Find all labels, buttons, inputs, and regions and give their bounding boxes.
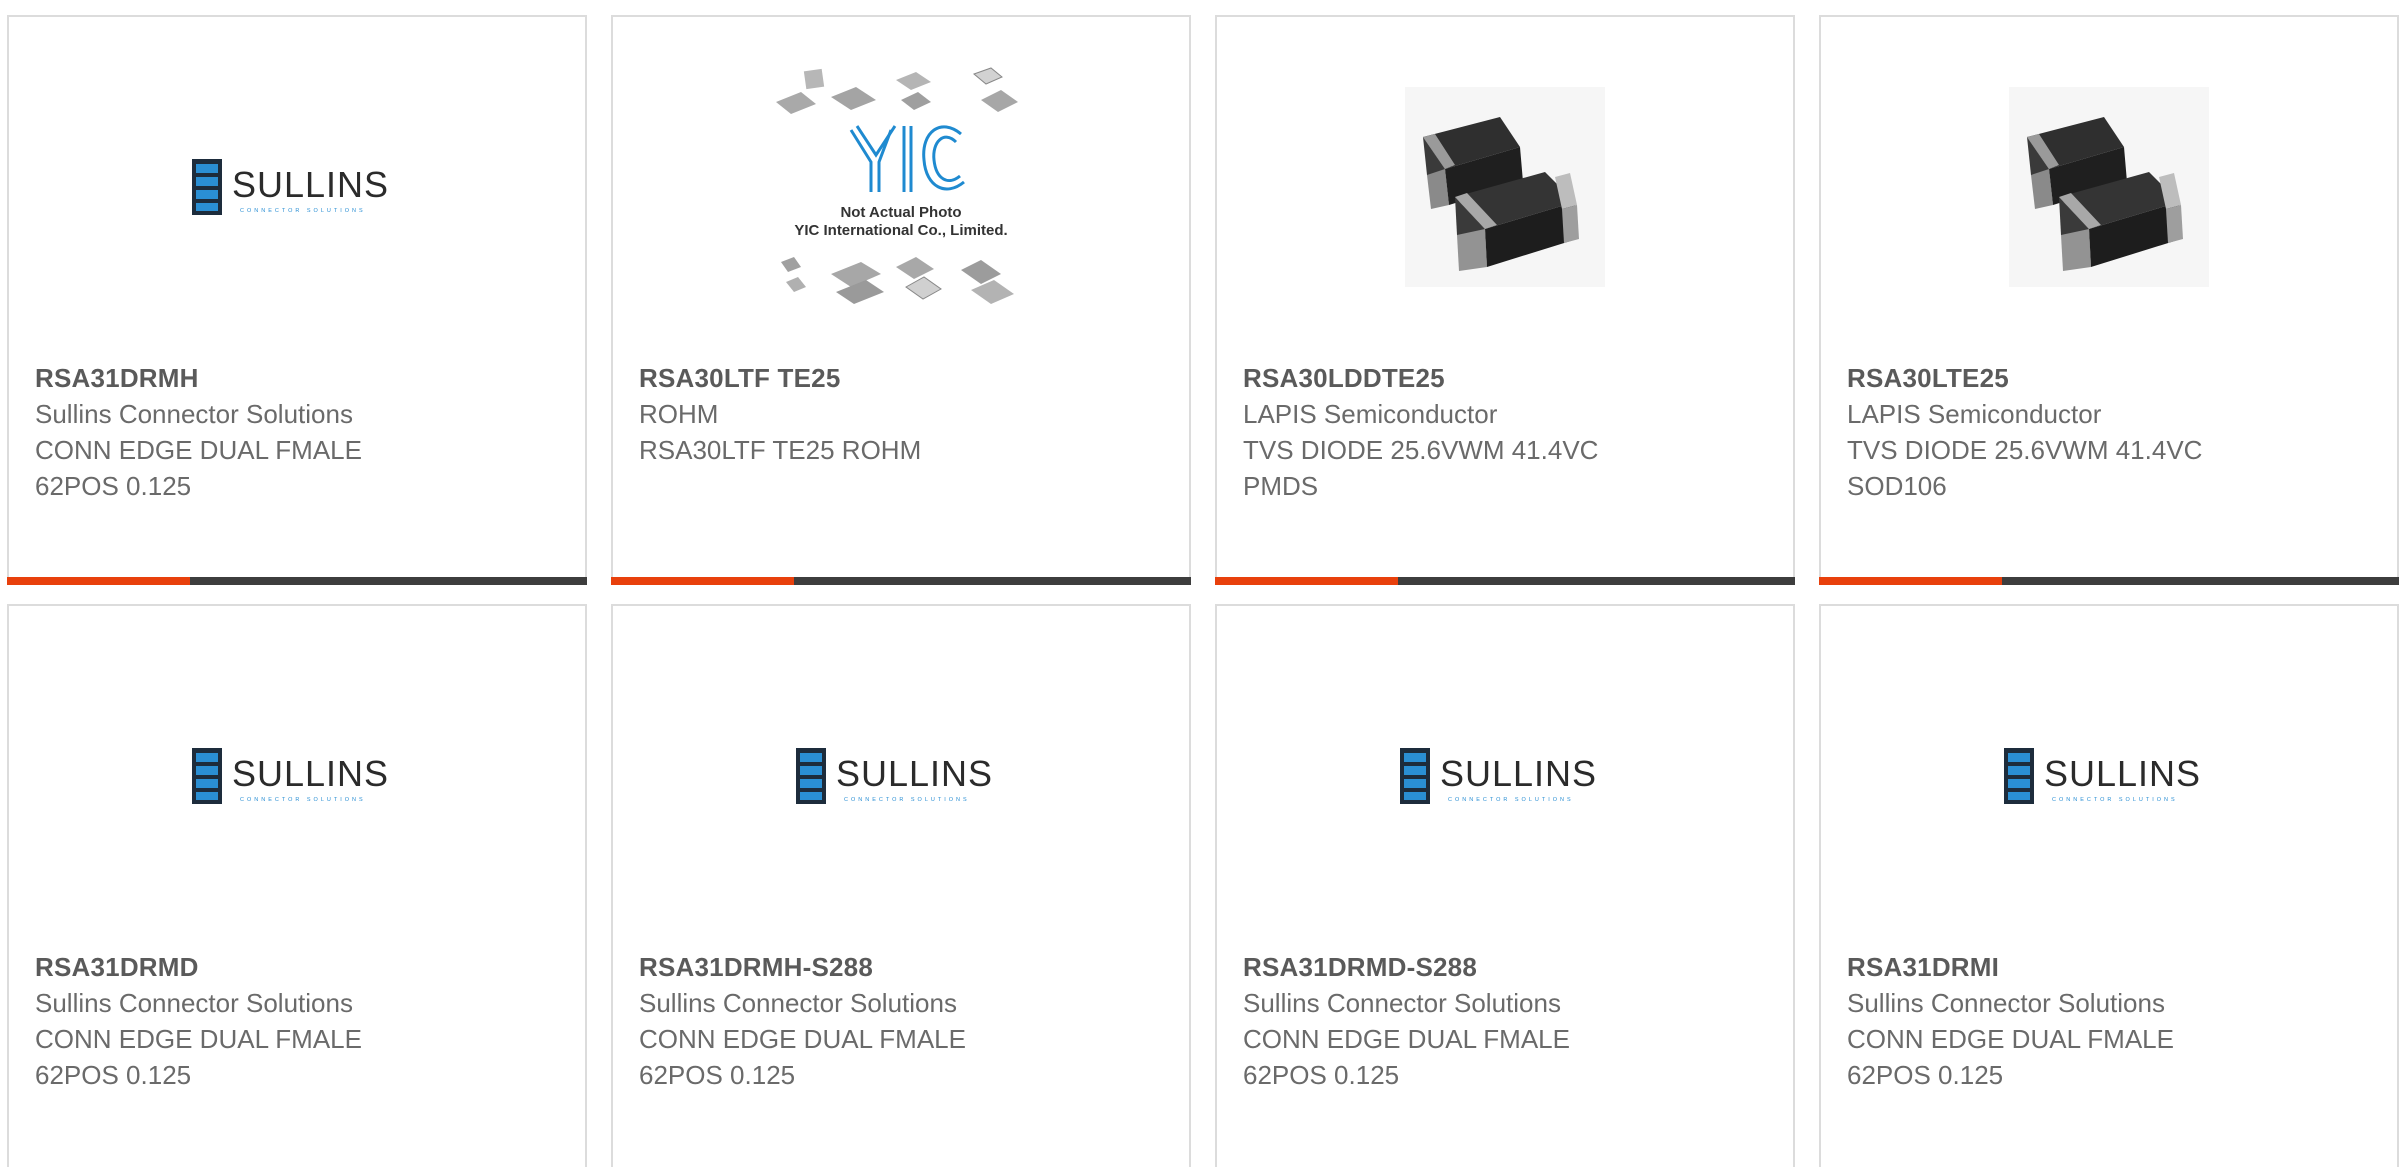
product-info: RSA30LTE25 LAPIS Semiconductor TVS DIODE…	[1847, 360, 2377, 504]
svg-text:CONNECTOR SOLUTIONS: CONNECTOR SOLUTIONS	[844, 797, 970, 803]
product-card[interactable]: SULLINS CONNECTOR SOLUTIONS RSA31DRMD Su…	[7, 604, 587, 1167]
svg-text:SULLINS: SULLINS	[2044, 753, 2201, 794]
manufacturer: Sullins Connector Solutions	[1847, 988, 2165, 1018]
manufacturer: Sullins Connector Solutions	[35, 399, 353, 429]
card-accent-bar	[7, 577, 587, 585]
manufacturer: ROHM	[639, 399, 719, 429]
description-line: CONN EDGE DUAL FMALE	[639, 1024, 966, 1054]
product-info: RSA30LDDTE25 LAPIS Semiconductor TVS DIO…	[1243, 360, 1773, 504]
product-card[interactable]: SULLINS CONNECTOR SOLUTIONS RSA31DRMI Su…	[1819, 604, 2399, 1167]
svg-text:SULLINS: SULLINS	[836, 753, 993, 794]
product-image[interactable]: SULLINS CONNECTOR SOLUTIONS	[1217, 606, 1793, 946]
part-number[interactable]: RSA31DRMD	[35, 949, 565, 985]
product-info: RSA31DRMH-S288 Sullins Connector Solutio…	[639, 949, 1169, 1093]
product-image[interactable]: SULLINS CONNECTOR SOLUTIONS	[613, 606, 1189, 946]
product-info: RSA31DRMH Sullins Connector Solutions CO…	[35, 360, 565, 504]
product-grid: SULLINS CONNECTOR SOLUTIONS RSA31DRMH Su…	[0, 0, 2400, 1167]
description-line: 62POS 0.125	[1847, 1060, 2004, 1090]
description-line: TVS DIODE 25.6VWM 41.4VC	[1847, 435, 2203, 465]
svg-text:CONNECTOR SOLUTIONS: CONNECTOR SOLUTIONS	[2052, 797, 2178, 803]
card-accent-bar	[1215, 577, 1795, 585]
product-image[interactable]: Not Actual Photo YIC International Co., …	[613, 17, 1189, 357]
part-number[interactable]: RSA31DRMI	[1847, 949, 2377, 985]
product-image[interactable]	[1217, 17, 1793, 357]
description-line: CONN EDGE DUAL FMALE	[35, 1024, 362, 1054]
part-number[interactable]: RSA30LTF TE25	[639, 360, 1169, 396]
description-line: CONN EDGE DUAL FMALE	[35, 435, 362, 465]
description-line: SOD106	[1847, 471, 1947, 501]
product-card[interactable]: RSA30LDDTE25 LAPIS Semiconductor TVS DIO…	[1215, 15, 1795, 585]
manufacturer: Sullins Connector Solutions	[639, 988, 957, 1018]
product-info: RSA30LTF TE25 ROHM RSA30LTF TE25 ROHM	[639, 360, 1169, 468]
product-card[interactable]: SULLINS CONNECTOR SOLUTIONS RSA31DRMH-S2…	[611, 604, 1191, 1167]
svg-text:SULLINS: SULLINS	[1440, 753, 1597, 794]
manufacturer: LAPIS Semiconductor	[1243, 399, 1498, 429]
part-number[interactable]: RSA31DRMH-S288	[639, 949, 1169, 985]
manufacturer: LAPIS Semiconductor	[1847, 399, 2102, 429]
sullins-logo: SULLINS CONNECTOR SOLUTIONS	[796, 748, 993, 804]
sullins-logo: SULLINS CONNECTOR SOLUTIONS	[1400, 748, 1597, 804]
manufacturer: Sullins Connector Solutions	[35, 988, 353, 1018]
description-line: 62POS 0.125	[35, 1060, 192, 1090]
smd-diode-photo	[2009, 87, 2209, 287]
product-image[interactable]: SULLINS CONNECTOR SOLUTIONS	[9, 606, 585, 946]
sullins-logo: SULLINS CONNECTOR SOLUTIONS	[2004, 748, 2201, 804]
part-number[interactable]: RSA30LDDTE25	[1243, 360, 1773, 396]
sullins-logo: SULLINS CONNECTOR SOLUTIONS	[192, 159, 389, 215]
description-line: PMDS	[1243, 471, 1319, 501]
product-card[interactable]: SULLINS CONNECTOR SOLUTIONS RSA31DRMD-S2…	[1215, 604, 1795, 1167]
product-image[interactable]	[1821, 17, 2397, 357]
description-line: TVS DIODE 25.6VWM 41.4VC	[1243, 435, 1599, 465]
card-accent-bar	[1819, 577, 2399, 585]
svg-text:CONNECTOR SOLUTIONS: CONNECTOR SOLUTIONS	[240, 797, 366, 803]
svg-text:CONNECTOR SOLUTIONS: CONNECTOR SOLUTIONS	[240, 208, 366, 214]
description-line: 62POS 0.125	[35, 471, 192, 501]
smd-diode-photo	[1405, 87, 1605, 287]
svg-text:Not Actual Photo: Not Actual Photo	[840, 204, 961, 221]
description-line: 62POS 0.125	[1243, 1060, 1400, 1090]
description-line: CONN EDGE DUAL FMALE	[1847, 1024, 2174, 1054]
card-accent-bar	[611, 577, 1191, 585]
yic-placeholder-image: Not Actual Photo YIC International Co., …	[776, 67, 1018, 304]
description-line: 62POS 0.125	[639, 1060, 796, 1090]
product-image[interactable]: SULLINS CONNECTOR SOLUTIONS	[9, 17, 585, 357]
product-info: RSA31DRMI Sullins Connector Solutions CO…	[1847, 949, 2377, 1093]
product-card[interactable]: Not Actual Photo YIC International Co., …	[611, 15, 1191, 585]
part-number[interactable]: RSA30LTE25	[1847, 360, 2377, 396]
svg-text:CONNECTOR SOLUTIONS: CONNECTOR SOLUTIONS	[1448, 797, 1574, 803]
product-info: RSA31DRMD-S288 Sullins Connector Solutio…	[1243, 949, 1773, 1093]
manufacturer: Sullins Connector Solutions	[1243, 988, 1561, 1018]
product-card[interactable]: RSA30LTE25 LAPIS Semiconductor TVS DIODE…	[1819, 15, 2399, 585]
part-number[interactable]: RSA31DRMD-S288	[1243, 949, 1773, 985]
sullins-logo: SULLINS CONNECTOR SOLUTIONS	[192, 748, 389, 804]
product-card[interactable]: SULLINS CONNECTOR SOLUTIONS RSA31DRMH Su…	[7, 15, 587, 585]
svg-text:YIC International Co., Limited: YIC International Co., Limited.	[794, 222, 1007, 239]
part-number[interactable]: RSA31DRMH	[35, 360, 565, 396]
product-image[interactable]: SULLINS CONNECTOR SOLUTIONS	[1821, 606, 2397, 946]
description-line: CONN EDGE DUAL FMALE	[1243, 1024, 1570, 1054]
svg-text:SULLINS: SULLINS	[232, 164, 389, 205]
product-info: RSA31DRMD Sullins Connector Solutions CO…	[35, 949, 565, 1093]
description-line: RSA30LTF TE25 ROHM	[639, 435, 922, 465]
svg-text:SULLINS: SULLINS	[232, 753, 389, 794]
